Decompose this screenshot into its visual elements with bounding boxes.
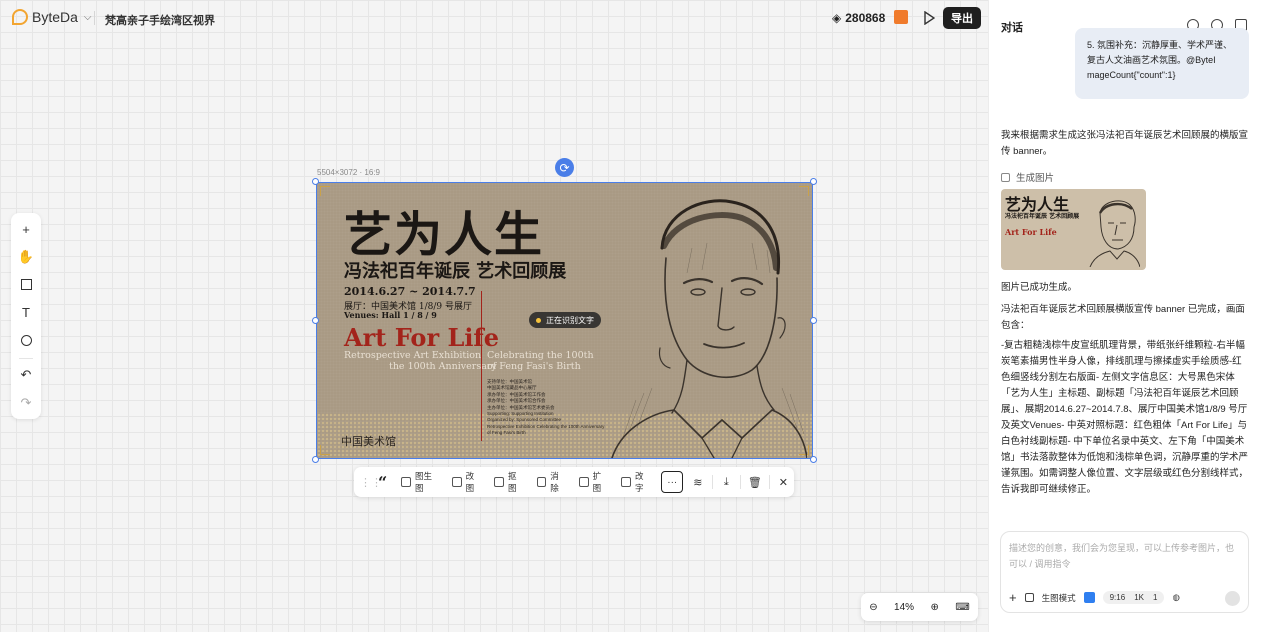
expand-button[interactable]: 扩图 — [573, 471, 615, 493]
status-dot-icon — [536, 317, 541, 323]
layers-icon[interactable]: ≋ — [687, 471, 709, 493]
image-to-image-button[interactable]: 图生图 — [395, 471, 446, 493]
chevron-down-icon: ⌵ — [83, 11, 92, 23]
ocr-status-text: 正在识别文字 — [546, 315, 594, 325]
rectangle-icon[interactable] — [19, 277, 33, 291]
action-label: 图生图 — [415, 471, 433, 493]
left-toolbar: + ✋ T ↶ ↷ — [11, 213, 41, 419]
model-icon[interactable] — [1083, 592, 1095, 603]
hand-icon[interactable]: ✋ — [18, 249, 34, 264]
image-dimensions: 5504×3072 · 16:9 — [317, 168, 380, 177]
panel-title: 对话 — [1001, 22, 1023, 34]
keyboard-icon[interactable]: ⌨ — [955, 602, 969, 613]
ocr-status-badge: 正在识别文字 — [529, 312, 601, 328]
add-attachment-icon[interactable]: + — [1009, 590, 1017, 605]
assistant-intro: 我来根据需求生成这张冯法祀百年诞辰艺术回顾展的横版宣传 banner。 — [1001, 130, 1249, 157]
resize-handle[interactable] — [810, 317, 817, 324]
thumb-portrait — [1089, 200, 1140, 267]
user-circle-icon[interactable] — [19, 333, 33, 347]
details-message: -复古粗糙浅棕牛皮宣纸肌理背景，带纸张纤维颗粒-右半幅炭笔素描男性半身人像，排线… — [1001, 340, 1249, 495]
refresh-icon[interactable]: ⟳ — [555, 158, 574, 177]
resize-handle[interactable] — [810, 456, 817, 463]
edit-image-button[interactable]: 改图 — [446, 471, 488, 493]
generated-image-label: 生成图片 — [1001, 170, 1054, 184]
download-icon[interactable]: ⤓ — [716, 471, 738, 493]
message-line: 复古人文油画艺术氛围。@ByteI — [1087, 55, 1216, 65]
play-icon[interactable] — [923, 11, 935, 25]
resize-handle[interactable] — [312, 178, 319, 185]
points-counter[interactable]: ◈ 280868 — [832, 11, 885, 25]
points-value: 280868 — [845, 11, 886, 25]
action-label: 改字 — [634, 471, 644, 493]
chat-panel: 对话 5. 氛围补充：沉静厚重、学术严谨、 复古人文油画艺术氛围。@ByteI … — [988, 0, 1267, 632]
message-line: 5. 氛围补充：沉静厚重、学术严谨、 — [1087, 40, 1233, 50]
summary-message: 冯法祀百年诞辰艺术回顾展横版宣传 banner 已完成，画面包含： — [1001, 304, 1245, 331]
image-count: 1 — [1152, 593, 1158, 602]
palette-icon[interactable]: ◍ — [1172, 592, 1179, 603]
thumb-subtitle: 冯法祀百年诞辰 艺术回顾展 — [1005, 213, 1080, 220]
divider — [19, 358, 33, 359]
action-label: 扩图 — [592, 471, 602, 493]
edit-text-button[interactable]: 改字 — [615, 471, 657, 493]
generated-image-thumbnail[interactable]: 艺为人生 冯法祀百年诞辰 艺术回顾展 Art For Life — [1001, 189, 1146, 270]
action-label: 消除 — [550, 471, 559, 493]
mode-selector[interactable]: 生图模式 — [1042, 592, 1076, 604]
action-label: 改图 — [465, 471, 475, 493]
divider — [94, 11, 95, 25]
user-message-bubble: 5. 氛围补充：沉静厚重、学术严谨、 复古人文油画艺术氛围。@ByteI mag… — [1075, 28, 1249, 99]
erase-button[interactable]: 消除 — [531, 471, 573, 493]
prompt-placeholder[interactable]: 描述您的创意，我们会为您呈现，可以上传参考图片，也可以 / 调用指令 — [1009, 540, 1241, 572]
success-message: 图片已成功生成。 — [1001, 282, 1078, 293]
divider — [711, 475, 713, 489]
image-icon — [1001, 172, 1010, 182]
eraser-icon — [536, 477, 547, 487]
project-title[interactable]: 梵高亲子手绘湾区视界 — [105, 12, 215, 28]
document-icon — [621, 477, 631, 487]
prompt-input[interactable]: 描述您的创意，我们会为您呈现，可以上传参考图片，也可以 / 调用指令 + 生图模… — [1000, 531, 1249, 613]
send-button[interactable] — [1225, 591, 1240, 606]
image-icon — [1024, 593, 1034, 602]
message-line: mageCount{"count":1} — [1087, 70, 1176, 80]
text-icon[interactable]: T — [19, 305, 33, 320]
diamond-icon: ◈ — [832, 11, 842, 25]
resize-handle[interactable] — [810, 178, 817, 185]
action-label: 抠图 — [507, 471, 517, 493]
aspect-ratio: 9:16 — [1109, 593, 1126, 602]
brand-name: ByteDa — [32, 9, 78, 25]
zoom-level[interactable]: 14% — [894, 602, 914, 613]
image-action-toolbar: ⋮⋮ “ 图生图 改图 抠图 消除 扩图 改字 ··· ≋ ⤓ 🗑 ✕ — [354, 467, 794, 497]
gift-icon[interactable] — [894, 10, 908, 24]
export-button[interactable]: 导出 — [943, 7, 981, 29]
cutout-button[interactable]: 抠图 — [488, 471, 530, 493]
drag-handle-icon[interactable]: ⋮⋮ — [360, 476, 382, 489]
zoom-in-icon[interactable]: ⊕ — [931, 602, 939, 613]
edit-image-icon — [451, 477, 462, 487]
undo-icon[interactable]: ↶ — [19, 367, 33, 382]
quote-icon[interactable]: “ — [370, 473, 395, 492]
divider — [740, 475, 742, 489]
cutout-icon — [494, 477, 504, 487]
expand-icon — [578, 477, 589, 487]
resize-handle[interactable] — [312, 317, 319, 324]
generation-settings[interactable]: 9:16 1K 1 — [1102, 591, 1165, 604]
image-icon — [401, 477, 411, 487]
brand-logo[interactable]: ByteDa ⌵ — [12, 9, 92, 25]
thumb-art-title: Art For Life — [1005, 227, 1057, 237]
add-icon[interactable]: + — [19, 222, 33, 237]
close-icon[interactable]: ✕ — [773, 471, 795, 493]
gen-label-text: 生成图片 — [1016, 173, 1055, 184]
trash-icon[interactable]: 🗑 — [744, 471, 766, 493]
zoom-controls: ⊖ 14% ⊕ ⌨ — [861, 593, 978, 621]
redo-icon[interactable]: ↷ — [19, 395, 33, 410]
brand-mark-icon — [12, 9, 28, 25]
resolution: 1K — [1134, 593, 1144, 602]
zoom-out-icon[interactable]: ⊖ — [869, 602, 877, 613]
resize-handle[interactable] — [312, 456, 319, 463]
input-options-row: + 生图模式 9:16 1K 1 ◍ — [1009, 590, 1180, 605]
divider — [768, 475, 770, 489]
more-options-button[interactable]: ··· — [661, 471, 684, 493]
